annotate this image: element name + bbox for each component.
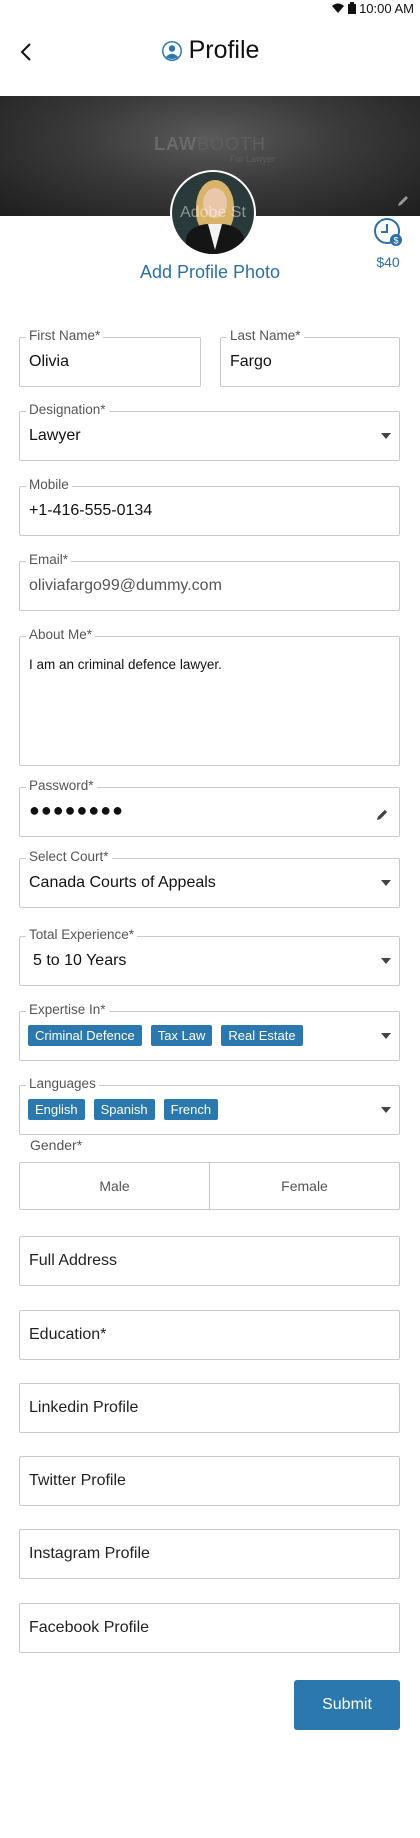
status-icons: 10:00 AM bbox=[331, 0, 414, 16]
last-name-label: Last Name* bbox=[227, 328, 304, 344]
clock-dollar-icon: $ bbox=[374, 218, 402, 246]
chevron-down-icon bbox=[381, 1107, 391, 1113]
avatar[interactable]: Adobe St bbox=[170, 170, 256, 256]
education-field[interactable]: Education* bbox=[19, 1310, 400, 1360]
designation-value: Lawyer bbox=[29, 427, 81, 444]
password-value: ●●●●●●●● bbox=[29, 800, 124, 820]
expertise-chip[interactable]: Tax Law bbox=[150, 1025, 213, 1046]
facebook-placeholder: Facebook Profile bbox=[29, 1619, 150, 1636]
mobile-value: +1-416-555-0134 bbox=[29, 502, 153, 519]
expertise-chip[interactable]: Criminal Defence bbox=[28, 1025, 142, 1046]
page-title: Profile bbox=[188, 36, 260, 64]
wifi-icon bbox=[332, 3, 345, 13]
header-title-group: Profile bbox=[0, 36, 420, 65]
password-field[interactable]: Password* ●●●●●●●● bbox=[19, 778, 400, 837]
email-value: oliviafargo99@dummy.com bbox=[29, 577, 222, 594]
first-name-field[interactable]: First Name* Olivia bbox=[19, 328, 201, 387]
chevron-down-icon bbox=[381, 880, 391, 886]
user-circle-icon bbox=[161, 40, 182, 61]
chevron-down-icon bbox=[381, 1033, 391, 1039]
email-label: Email* bbox=[26, 552, 72, 568]
chevron-down-icon bbox=[381, 958, 391, 964]
instagram-placeholder: Instagram Profile bbox=[29, 1545, 150, 1562]
language-chip[interactable]: English bbox=[28, 1099, 85, 1120]
twitter-field[interactable]: Twitter Profile bbox=[19, 1456, 400, 1506]
gender-label: Gender* bbox=[30, 1137, 83, 1153]
expertise-chip[interactable]: Real Estate bbox=[221, 1025, 303, 1046]
first-name-value: Olivia bbox=[29, 353, 70, 370]
battery-icon bbox=[348, 2, 357, 14]
status-bar: 10:00 AM bbox=[0, 0, 420, 16]
expertise-label: Expertise In* bbox=[26, 1002, 109, 1018]
experience-label: Total Experience* bbox=[26, 927, 138, 943]
designation-select[interactable]: Designation* Lawyer bbox=[19, 402, 400, 461]
svg-text:$: $ bbox=[393, 236, 398, 246]
gender-option-male[interactable]: Male bbox=[20, 1163, 209, 1209]
linkedin-placeholder: Linkedin Profile bbox=[29, 1399, 139, 1416]
twitter-placeholder: Twitter Profile bbox=[29, 1472, 126, 1489]
status-time: 10:00 AM bbox=[359, 0, 414, 16]
cover-tagline: For Lawyer bbox=[230, 154, 276, 164]
languages-multiselect[interactable]: Languages English Spanish French bbox=[19, 1076, 400, 1135]
court-label: Select Court* bbox=[26, 849, 112, 865]
gender-option-female[interactable]: Female bbox=[209, 1163, 399, 1209]
linkedin-field[interactable]: Linkedin Profile bbox=[19, 1383, 400, 1433]
email-field[interactable]: Email* oliviafargo99@dummy.com bbox=[19, 552, 400, 611]
court-value: Canada Courts of Appeals bbox=[29, 874, 216, 891]
facebook-field[interactable]: Facebook Profile bbox=[19, 1603, 400, 1653]
about-me-value: I am an criminal defence lawyer. bbox=[29, 657, 222, 672]
add-profile-photo-link[interactable]: Add Profile Photo bbox=[0, 262, 420, 283]
full-address-field[interactable]: Full Address bbox=[19, 1236, 400, 1286]
last-name-field[interactable]: Last Name* Fargo bbox=[220, 328, 400, 387]
app-header: Profile bbox=[0, 16, 420, 96]
first-name-label: First Name* bbox=[26, 328, 104, 344]
avatar-watermark: Adobe St bbox=[180, 204, 246, 221]
cover-brand-bold: LAW bbox=[153, 134, 197, 154]
expertise-multiselect[interactable]: Expertise In* Criminal Defence Tax Law R… bbox=[19, 1002, 400, 1061]
about-me-textarea[interactable]: About Me* I am an criminal defence lawye… bbox=[19, 627, 400, 766]
gender-segmented-control: Male Female bbox=[19, 1162, 400, 1210]
language-chip[interactable]: Spanish bbox=[93, 1099, 155, 1120]
about-me-label: About Me* bbox=[26, 627, 96, 643]
language-chip[interactable]: French bbox=[163, 1099, 219, 1120]
edit-password-icon[interactable] bbox=[376, 808, 389, 821]
last-name-value: Fargo bbox=[230, 353, 272, 370]
wallet-balance[interactable]: $ $40 bbox=[368, 216, 408, 270]
expertise-chips: Criminal Defence Tax Law Real Estate bbox=[28, 1025, 303, 1046]
languages-chips: English Spanish French bbox=[28, 1099, 219, 1120]
password-label: Password* bbox=[26, 778, 97, 794]
chevron-down-icon bbox=[381, 433, 391, 439]
mobile-field[interactable]: Mobile +1-416-555-0134 bbox=[19, 477, 400, 536]
languages-label: Languages bbox=[26, 1076, 99, 1092]
edit-cover-icon[interactable] bbox=[396, 194, 410, 208]
cover-brand-light: BOOTH bbox=[196, 134, 266, 154]
experience-value: 5 to 10 Years bbox=[33, 952, 127, 969]
education-placeholder: Education* bbox=[29, 1326, 107, 1343]
experience-select[interactable]: Total Experience* 5 to 10 Years bbox=[19, 927, 400, 986]
cover-brand: LAWBOOTH bbox=[0, 134, 420, 155]
submit-button[interactable]: Submit bbox=[294, 1680, 400, 1730]
designation-label: Designation* bbox=[26, 402, 109, 418]
mobile-label: Mobile bbox=[26, 477, 72, 493]
full-address-placeholder: Full Address bbox=[29, 1252, 118, 1269]
court-select[interactable]: Select Court* Canada Courts of Appeals bbox=[19, 849, 400, 908]
instagram-field[interactable]: Instagram Profile bbox=[19, 1529, 400, 1579]
